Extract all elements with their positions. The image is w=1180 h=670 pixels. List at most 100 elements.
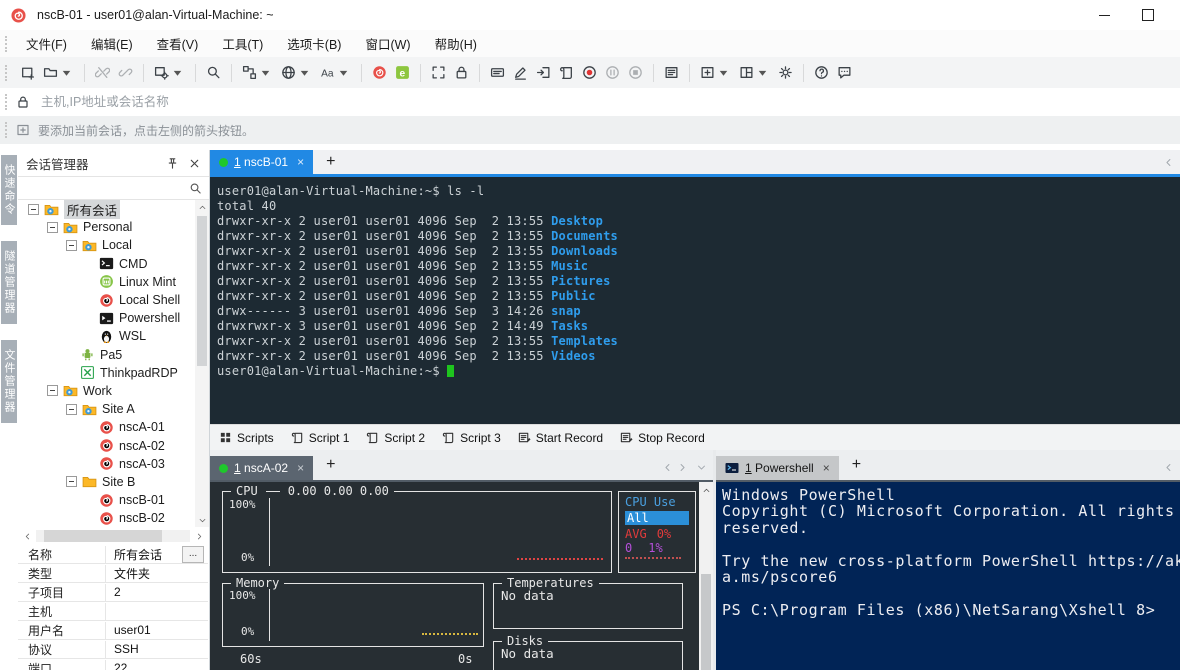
scrollbar-thumb[interactable] bbox=[701, 574, 711, 670]
new-tab-button[interactable]: + bbox=[852, 457, 861, 473]
cpu-legend-core0[interactable]: 01% bbox=[625, 541, 695, 555]
send-input-button[interactable] bbox=[534, 61, 553, 85]
property-value[interactable]: SSH bbox=[106, 642, 208, 656]
maximize-button[interactable] bbox=[1126, 0, 1170, 30]
scroll-right-icon[interactable] bbox=[190, 532, 208, 541]
scripts-button[interactable]: Scripts bbox=[219, 431, 274, 445]
property-value[interactable]: 22 bbox=[106, 661, 208, 670]
browse-button[interactable]: ... bbox=[182, 546, 204, 563]
tab-close-button[interactable]: × bbox=[297, 155, 304, 169]
dashboard-scrollbar[interactable] bbox=[699, 482, 713, 670]
menu-item-5[interactable]: 窗口(W) bbox=[355, 30, 420, 57]
tree-collapse-icon[interactable] bbox=[66, 476, 77, 487]
new-session-button[interactable] bbox=[18, 61, 37, 85]
new-tab-button[interactable]: + bbox=[326, 154, 335, 170]
tree-item-所有会话[interactable]: 所有会话 bbox=[18, 200, 195, 218]
drag-grip[interactable] bbox=[5, 36, 9, 52]
open-session-button[interactable] bbox=[41, 61, 76, 85]
powershell-terminal[interactable]: Windows PowerShellCopyright (C) Microsof… bbox=[716, 482, 1180, 670]
script-3-button[interactable]: Script 3 bbox=[442, 431, 501, 445]
menu-item-3[interactable]: 工具(T) bbox=[212, 30, 273, 57]
drag-grip[interactable] bbox=[5, 94, 9, 110]
tree-horizontal-scrollbar[interactable] bbox=[18, 527, 208, 545]
menu-item-0[interactable]: 文件(F) bbox=[16, 30, 77, 57]
tree-item-nscB-02[interactable]: nscB-02 bbox=[18, 509, 195, 527]
tree-collapse-icon[interactable] bbox=[28, 204, 39, 215]
tree-vertical-scrollbar[interactable] bbox=[195, 200, 209, 527]
scroll-down-icon[interactable] bbox=[195, 513, 209, 527]
tree-item-nscA-01[interactable]: nscA-01 bbox=[18, 418, 195, 436]
session-search-input[interactable] bbox=[25, 178, 189, 198]
session-log-button[interactable] bbox=[662, 61, 681, 85]
tree-item-Powershell[interactable]: Powershell bbox=[18, 309, 195, 327]
property-value[interactable]: 2 bbox=[106, 585, 208, 599]
find-button[interactable] bbox=[204, 61, 223, 85]
tree-item-Work[interactable]: Work bbox=[18, 382, 195, 400]
tree-item-Site A[interactable]: Site A bbox=[18, 400, 195, 418]
tree-collapse-icon[interactable] bbox=[47, 385, 58, 396]
host-address-input[interactable] bbox=[39, 94, 1180, 110]
scroll-left-icon[interactable] bbox=[18, 532, 36, 541]
tab-nscB-01[interactable]: 1 nscB-01 × bbox=[210, 150, 313, 174]
start-record-button[interactable]: Start Record bbox=[518, 431, 603, 445]
script-2-button[interactable]: Script 2 bbox=[366, 431, 425, 445]
highlight-button[interactable] bbox=[511, 61, 530, 85]
xshell-home-button[interactable] bbox=[370, 61, 389, 85]
new-tab-button[interactable] bbox=[698, 61, 733, 85]
minimize-button[interactable] bbox=[1082, 0, 1126, 30]
lock-screen-button[interactable] bbox=[452, 61, 471, 85]
record-button[interactable] bbox=[580, 61, 599, 85]
tab-close-button[interactable]: × bbox=[823, 461, 830, 475]
tree-collapse-icon[interactable] bbox=[66, 404, 77, 415]
property-value[interactable]: 文件夹 bbox=[106, 565, 208, 582]
tree-item-Personal[interactable]: Personal bbox=[18, 218, 195, 236]
scrollbar-thumb[interactable] bbox=[44, 530, 162, 542]
help-button[interactable] bbox=[812, 61, 831, 85]
drag-grip[interactable] bbox=[5, 65, 9, 81]
tab-close-button[interactable]: × bbox=[297, 461, 304, 475]
property-value[interactable]: user01 bbox=[106, 623, 208, 637]
tree-item-CMD[interactable]: CMD bbox=[18, 255, 195, 273]
font-size-button[interactable]: Aa bbox=[318, 61, 353, 85]
tree-item-Site B[interactable]: Site B bbox=[18, 473, 195, 491]
feedback-button[interactable] bbox=[835, 61, 854, 85]
tab-menu-icon[interactable] bbox=[696, 462, 707, 473]
compose-bar-button[interactable] bbox=[488, 61, 507, 85]
tab-scroll-left-icon[interactable] bbox=[1163, 462, 1174, 473]
stop-record-button[interactable]: Stop Record bbox=[620, 431, 705, 445]
tree-item-nscB-01[interactable]: nscB-01 bbox=[18, 491, 195, 509]
tab-layout-button[interactable] bbox=[737, 61, 772, 85]
tree-collapse-icon[interactable] bbox=[47, 222, 58, 233]
tunneling-button[interactable] bbox=[240, 61, 275, 85]
run-script-button[interactable] bbox=[557, 61, 576, 85]
tree-item-Linux Mint[interactable]: Linux Mint bbox=[18, 273, 195, 291]
scrollbar-track[interactable] bbox=[36, 530, 190, 542]
xftp-transfer-button[interactable]: e bbox=[393, 61, 412, 85]
cpu-legend-all[interactable]: All bbox=[625, 511, 689, 525]
new-terminal-button[interactable] bbox=[152, 61, 187, 85]
menu-item-6[interactable]: 帮助(H) bbox=[425, 30, 487, 57]
pin-icon[interactable] bbox=[166, 157, 179, 170]
tree-collapse-icon[interactable] bbox=[66, 240, 77, 251]
side-tab-1[interactable]: 隧道管理器 bbox=[1, 241, 17, 324]
fullscreen-button[interactable] bbox=[429, 61, 448, 85]
script-1-button[interactable]: Script 1 bbox=[291, 431, 350, 445]
scroll-up-icon[interactable] bbox=[195, 200, 209, 214]
tree-item-ThinkpadRDP[interactable]: ThinkpadRDP bbox=[18, 364, 195, 382]
tree-item-Pa5[interactable]: Pa5 bbox=[18, 346, 195, 364]
tree-item-Local Shell[interactable]: Local Shell bbox=[18, 291, 195, 309]
tab-scroll-left-icon[interactable] bbox=[1163, 157, 1174, 168]
ssh-terminal[interactable]: user01@alan-Virtual-Machine:~$ ls -ltota… bbox=[210, 177, 1180, 424]
new-tab-button[interactable]: + bbox=[326, 457, 335, 473]
scroll-up-icon[interactable] bbox=[699, 483, 713, 497]
encoding-button[interactable] bbox=[279, 61, 314, 85]
options-button[interactable] bbox=[776, 61, 795, 85]
menu-item-1[interactable]: 编辑(E) bbox=[81, 30, 143, 57]
tree-item-nscA-02[interactable]: nscA-02 bbox=[18, 436, 195, 454]
menu-item-4[interactable]: 选项卡(B) bbox=[277, 30, 351, 57]
cpu-legend-avg[interactable]: AVG0% bbox=[625, 527, 695, 541]
property-value[interactable]: 所有会话... bbox=[106, 546, 208, 563]
drag-grip[interactable] bbox=[5, 122, 9, 138]
close-icon[interactable] bbox=[188, 157, 201, 170]
tree-item-nscA-03[interactable]: nscA-03 bbox=[18, 455, 195, 473]
